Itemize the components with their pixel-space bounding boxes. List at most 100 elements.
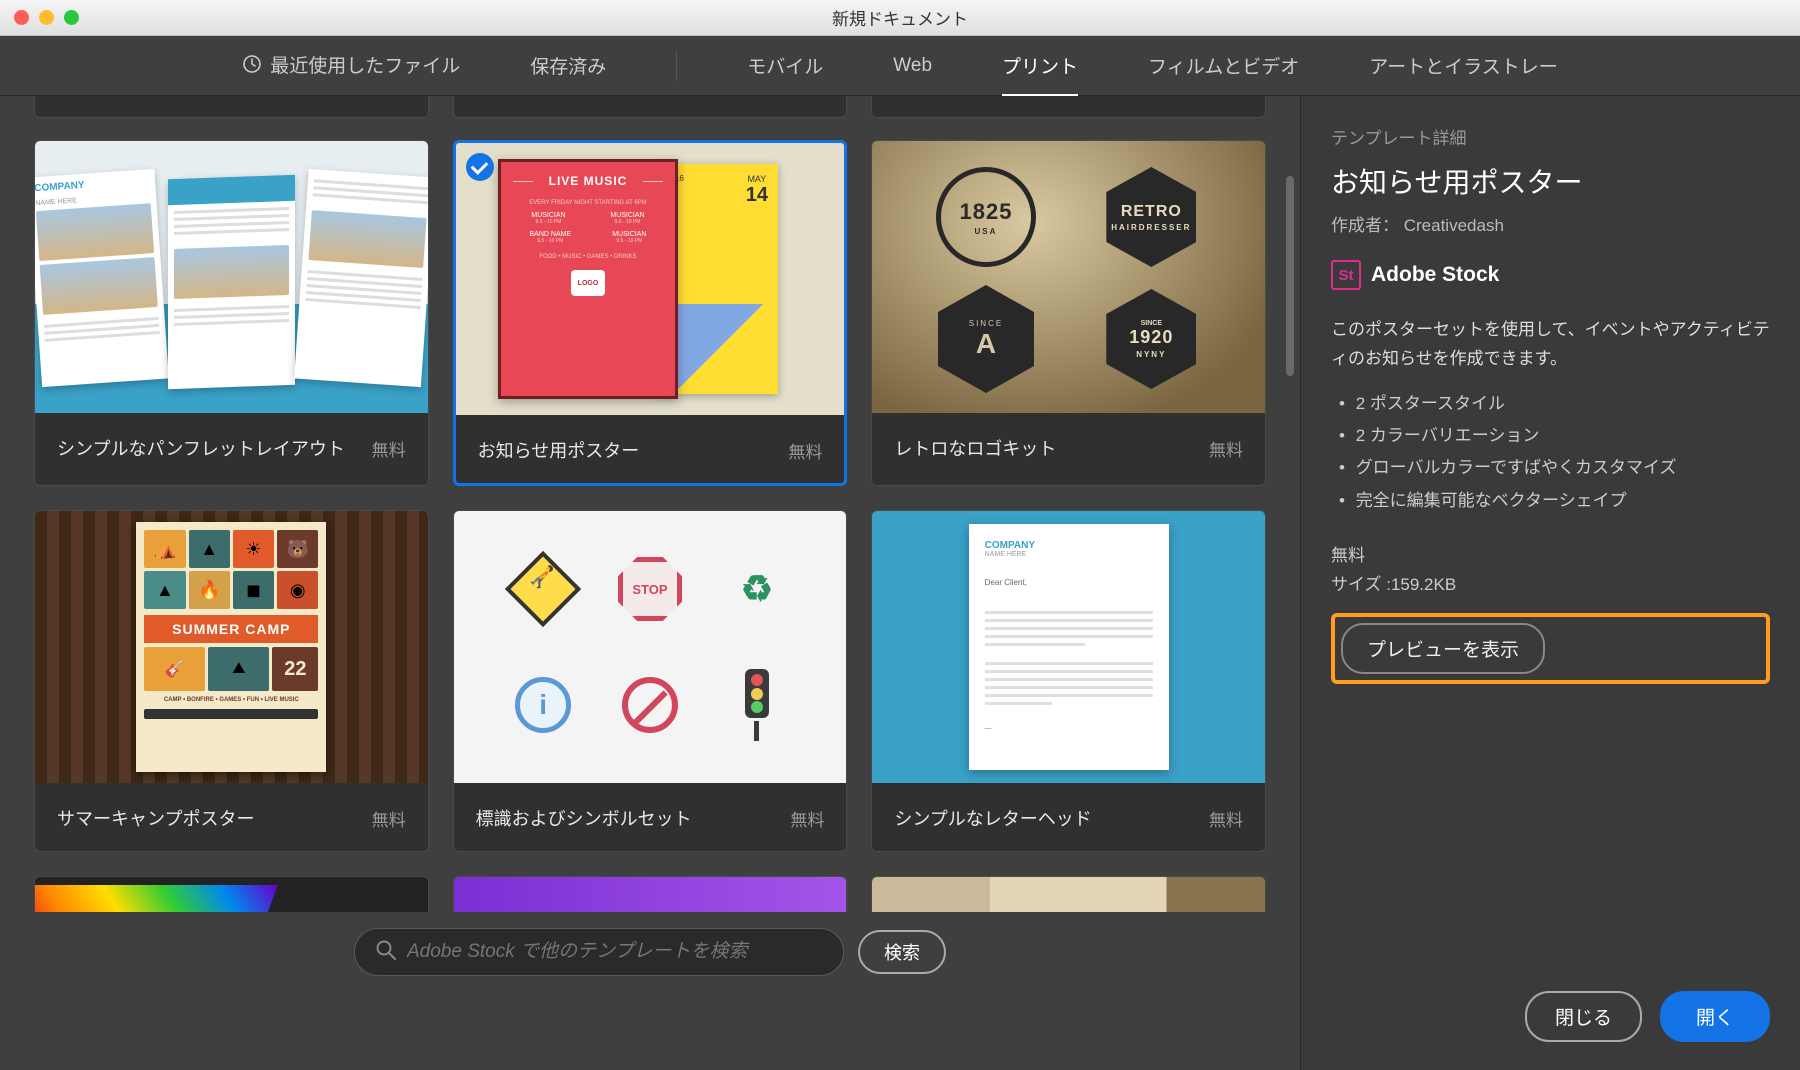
thumb-text: FOOD • MUSIC • GAMES • DRINKS <box>509 254 667 260</box>
template-title: 標識およびシンボルセット <box>476 805 692 831</box>
template-card-partial[interactable] <box>453 876 848 912</box>
thumb-text: COMPANY <box>985 540 1153 551</box>
adobe-stock-label: Adobe Stock <box>1371 263 1499 287</box>
thumb-text: MAY <box>747 174 766 184</box>
template-price: 無料 <box>788 438 822 463</box>
template-card-retro-logo[interactable]: 1825USA RETROHAIRDRESSER SINCEA SINCE192… <box>871 140 1266 486</box>
template-card-signs-symbols[interactable]: 🚶 STOP ♻ i 標識およびシンボルセット 無料 <box>453 510 848 852</box>
main-row: COMPANY NAME HERE <box>0 96 1800 1070</box>
detail-author-name: Creativedash <box>1404 216 1504 235</box>
detail-bullet: グローバルカラーですばやくカスタマイズ <box>1339 452 1770 484</box>
tab-mobile[interactable]: モバイル <box>747 34 823 97</box>
template-title: サマーキャンプポスター <box>57 805 254 831</box>
template-card-partial[interactable] <box>453 96 848 118</box>
thumb-text: CAMP • BONFIRE • GAMES • FUN • LIVE MUSI… <box>144 697 318 703</box>
thumb-text: SUMMER CAMP <box>144 615 318 643</box>
template-card-summer-camp[interactable]: ⛺ ▲ ☀ 🐻 ▲ 🔥 ◼ ◉ SUMME <box>34 510 429 852</box>
tab-film-video[interactable]: フィルムとビデオ <box>1148 34 1299 97</box>
template-price: 無料 <box>1209 806 1243 831</box>
template-thumbnail: LIVE MUSIC EVERY FRIDAY NIGHT STARTING A… <box>456 143 845 415</box>
thumb-text: LOGO <box>571 270 605 296</box>
template-card-letterhead[interactable]: COMPANY NAME HERE Dear Client, — <box>871 510 1266 852</box>
template-card-pamphlet[interactable]: COMPANY NAME HERE <box>34 140 429 486</box>
scrollbar[interactable] <box>1286 96 1294 1070</box>
template-card-partial[interactable] <box>871 876 1266 912</box>
tab-art-illustration[interactable]: アートとイラストレー <box>1369 34 1557 97</box>
category-tabs: 最近使用したファイル 保存済み モバイル Web プリント フィルムとビデオ ア… <box>0 36 1800 96</box>
thumb-text: 1920 <box>1129 327 1173 348</box>
templates-grid: COMPANY NAME HERE <box>34 140 1266 852</box>
template-price: 無料 <box>372 436 406 461</box>
template-footer: レトロなロゴキット 無料 <box>872 413 1265 481</box>
preview-button[interactable]: プレビューを表示 <box>1341 623 1545 674</box>
detail-size-value: 159.2KB <box>1391 575 1456 594</box>
template-card-partial[interactable] <box>34 96 429 118</box>
thumb-text: 14 <box>746 184 768 207</box>
stop-sign-icon: STOP <box>618 557 682 621</box>
template-thumbnail: ⛺ ▲ ☀ 🐻 ▲ 🔥 ◼ ◉ SUMME <box>35 511 428 783</box>
adobe-stock-icon: St <box>1331 260 1361 290</box>
template-price: 無料 <box>372 806 406 831</box>
open-button[interactable]: 開く <box>1660 991 1770 1042</box>
search-button[interactable]: 検索 <box>858 930 946 974</box>
thumb-text: A <box>976 328 996 360</box>
recycle-icon: ♻ <box>721 553 793 625</box>
selected-check-icon <box>466 153 494 181</box>
thumb-text: 22 <box>272 647 318 691</box>
template-card-announcement-poster[interactable]: LIVE MUSIC EVERY FRIDAY NIGHT STARTING A… <box>453 140 848 486</box>
search-input-wrap <box>354 928 844 976</box>
detail-bullets: 2 ポスタースタイル 2 カラーバリエーション グローバルカラーですばやくカスタ… <box>1331 388 1770 517</box>
tab-recent-label: 最近使用したファイル <box>270 56 460 77</box>
window-title: 新規ドキュメント <box>0 5 1800 30</box>
thumb-text: BAND NAME <box>530 231 572 238</box>
window-minimize-button[interactable] <box>39 10 54 25</box>
titlebar: 新規ドキュメント <box>0 0 1800 36</box>
template-card-partial[interactable] <box>34 876 429 912</box>
detail-bullet: 完全に編集可能なベクターシェイプ <box>1339 485 1770 517</box>
tab-print[interactable]: プリント <box>1002 34 1078 97</box>
new-document-window: 新規ドキュメント 最近使用したファイル 保存済み モバイル Web プリント フ… <box>0 0 1800 1070</box>
template-footer: サマーキャンプポスター 無料 <box>35 783 428 851</box>
close-button[interactable]: 閉じる <box>1525 991 1642 1042</box>
thumb-text: USA <box>975 227 998 236</box>
preview-button-highlight: プレビューを表示 <box>1331 613 1770 684</box>
thumb-text: NYNY <box>1136 350 1166 359</box>
search-icon <box>375 939 397 966</box>
detail-price: 無料 <box>1331 541 1770 566</box>
tab-recent[interactable]: 最近使用したファイル <box>242 33 460 98</box>
tab-saved[interactable]: 保存済み <box>530 34 606 97</box>
detail-author-label: 作成者： <box>1331 216 1399 235</box>
template-thumbnail: COMPANY NAME HERE Dear Client, — <box>872 511 1265 783</box>
detail-size: サイズ :159.2KB <box>1331 570 1770 595</box>
search-input[interactable] <box>407 941 823 963</box>
thumb-text: 1825 <box>960 199 1013 225</box>
template-thumbnail: COMPANY NAME HERE <box>35 141 428 413</box>
tab-divider <box>676 51 677 81</box>
clock-icon <box>242 54 262 80</box>
traffic-light-icon <box>721 669 793 741</box>
template-card-partial[interactable] <box>871 96 1266 118</box>
template-title: レトロなロゴキット <box>894 435 1056 461</box>
detail-bullet: 2 ポスタースタイル <box>1339 388 1770 420</box>
adobe-stock-row[interactable]: St Adobe Stock <box>1331 260 1770 290</box>
detail-description: このポスターセットを使用して、イベントやアクティビティのお知らせを作成できます。 <box>1331 316 1770 374</box>
window-maximize-button[interactable] <box>64 10 79 25</box>
detail-author: 作成者： Creativedash <box>1331 211 1770 236</box>
thumb-text: MUSICIAN <box>610 212 644 219</box>
template-title: シンプルなパンフレットレイアウト <box>57 435 345 461</box>
detail-bullet: 2 カラーバリエーション <box>1339 420 1770 452</box>
tab-web[interactable]: Web <box>893 37 932 95</box>
template-thumbnail: 1825USA RETROHAIRDRESSER SINCEA SINCE192… <box>872 141 1265 413</box>
template-title: お知らせ用ポスター <box>478 437 640 463</box>
window-close-button[interactable] <box>14 10 29 25</box>
thumb-text: LIVE MUSIC <box>509 170 667 192</box>
detail-size-label: サイズ : <box>1331 575 1391 594</box>
thumb-text: HAIRDRESSER <box>1111 223 1191 232</box>
info-icon: i <box>515 677 571 733</box>
search-bar: 検索 <box>34 912 1266 992</box>
pedestrian-sign-icon: 🚶 <box>505 551 581 627</box>
scrollbar-thumb[interactable] <box>1286 176 1294 376</box>
detail-panel: テンプレート詳細 お知らせ用ポスター 作成者： Creativedash St … <box>1300 96 1800 1070</box>
detail-section-label: テンプレート詳細 <box>1331 124 1770 149</box>
dialog-buttons: 閉じる 開く <box>1331 991 1770 1042</box>
